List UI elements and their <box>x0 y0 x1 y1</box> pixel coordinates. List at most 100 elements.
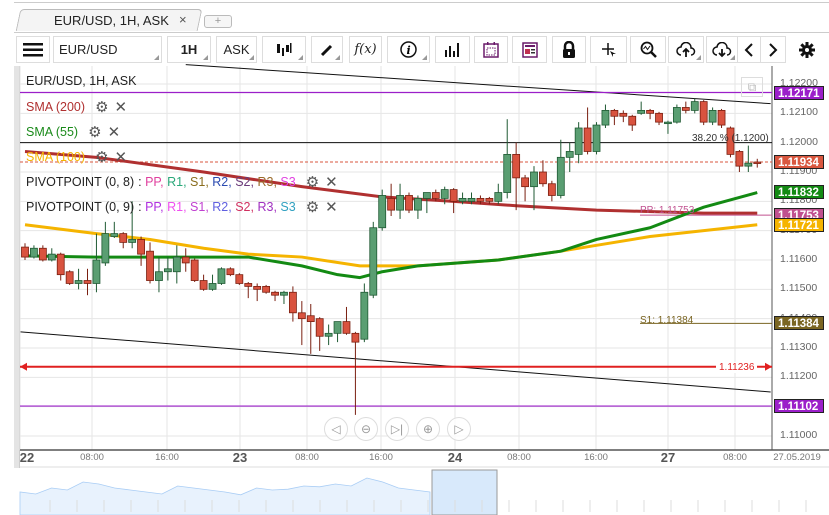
candle-body <box>494 192 503 202</box>
legend-pivot-8: PIVOTPOINT (0, 8) : PP, R1, S1, R2, S2, … <box>26 173 338 191</box>
candle-body <box>503 153 512 193</box>
candle-body <box>306 315 315 322</box>
candle-body <box>414 197 422 211</box>
candle-body <box>449 189 458 202</box>
price-tick-label: 1.11300 <box>780 340 818 353</box>
price-tag: 1.11102 <box>774 399 824 414</box>
legend-sma100: SMA (100) ⚙ ✕ <box>26 148 127 166</box>
alert-label[interactable]: 1.11236 <box>716 362 758 373</box>
candle-body <box>30 247 38 258</box>
candle-body <box>226 268 235 276</box>
sma100-label[interactable]: SMA (100) <box>26 150 85 164</box>
pivot-item-pp: PP, <box>145 200 168 214</box>
time-label: 16:00 <box>155 452 179 463</box>
candle-body <box>333 321 342 334</box>
gear-icon[interactable]: ⚙ <box>95 148 108 166</box>
sma200-label[interactable]: SMA (200) <box>26 100 85 114</box>
candle-body <box>574 127 583 155</box>
candle-body <box>56 253 65 276</box>
candle-body <box>699 101 708 123</box>
price-tag: 1.12171 <box>774 85 824 100</box>
candle-body <box>181 256 190 264</box>
candle-body <box>628 115 637 126</box>
candle-body <box>467 197 476 202</box>
candle-body <box>655 112 663 123</box>
scroll-right-button[interactable]: ▷ <box>447 417 471 441</box>
candle-body <box>217 268 226 284</box>
zoom-out-icon: ⊖ <box>360 422 372 436</box>
candle-body <box>92 259 101 284</box>
zoom-out-button[interactable]: ⊖ <box>354 417 378 441</box>
candle-body <box>387 197 396 211</box>
candle-body <box>21 246 29 258</box>
candle-body <box>155 271 163 281</box>
pivot-item-r3: R3, <box>257 200 281 214</box>
price-tag: 1.11721 <box>774 217 824 232</box>
close-icon[interactable]: ✕ <box>115 98 128 116</box>
pivot8-label[interactable]: PIVOTPOINT (0, 8) <box>26 175 134 189</box>
candle-body <box>163 268 172 273</box>
time-label: 08:00 <box>80 452 104 463</box>
candle-body <box>583 127 592 152</box>
gear-icon[interactable]: ⚙ <box>95 98 108 116</box>
candle-body <box>47 253 56 261</box>
popout-icon: ⧉ <box>747 80 757 94</box>
price-tick-label: 1.12000 <box>780 135 818 148</box>
close-icon[interactable]: ✕ <box>115 148 128 166</box>
candle-body <box>65 271 74 284</box>
candle-body <box>280 291 288 296</box>
pivot-item-r1: R1, <box>167 175 191 189</box>
candle-body <box>735 151 744 167</box>
close-icon[interactable]: ✕ <box>108 123 121 141</box>
candle-body <box>244 283 253 287</box>
candle-body <box>119 233 128 243</box>
pivot-item-s2: S2, <box>235 175 258 189</box>
candle-body <box>128 239 137 243</box>
candle-body <box>690 101 699 111</box>
price-tick-label: 1.11500 <box>780 282 818 295</box>
candle-body <box>646 109 654 114</box>
candle-body <box>565 151 574 158</box>
candle-body <box>753 161 762 164</box>
pivot-item-r2: R2, <box>212 200 236 214</box>
scroll-left-button[interactable]: ◁ <box>324 417 348 441</box>
candle-body <box>476 197 485 202</box>
price-tag: 1.11934 <box>774 155 824 170</box>
candle-body <box>521 177 529 188</box>
date-label: 27.05.2019 <box>773 452 821 463</box>
legend-pivot-9: PIVOTPOINT (0, 9) : PP, R1, S1, R2, S2, … <box>26 198 338 216</box>
sma55-label[interactable]: SMA (55) <box>26 125 78 139</box>
candle-body <box>530 171 538 188</box>
gear-icon[interactable]: ⚙ <box>306 198 319 216</box>
arrow-left-icon <box>20 362 27 371</box>
price-tick-label: 1.12100 <box>780 106 818 119</box>
candle-body <box>547 183 556 196</box>
candle-body <box>110 233 119 237</box>
triangle-right-icon: ▷ <box>454 422 464 436</box>
close-icon[interactable]: ✕ <box>325 173 338 191</box>
pivot8-items: : PP, R1, S1, R2, S2, R3, S3 <box>138 175 296 189</box>
candle-body <box>440 189 449 199</box>
candle-body <box>592 124 601 152</box>
candle-body <box>369 227 378 296</box>
pivot-item-s1: S1, <box>190 175 213 189</box>
candle-body <box>610 109 619 117</box>
close-icon[interactable]: ✕ <box>325 198 338 216</box>
time-label: 24 <box>447 450 463 465</box>
pivot9-label[interactable]: PIVOTPOINT (0, 9) <box>26 200 134 214</box>
candle-body <box>342 321 351 334</box>
candle-body <box>485 197 494 202</box>
triangle-left-icon: ◁ <box>331 422 341 436</box>
popout-button[interactable]: ⧉ <box>741 77 763 97</box>
candle-body <box>262 285 271 293</box>
zoom-in-button[interactable]: ⊕ <box>416 417 440 441</box>
price-tick-label: 1.11200 <box>780 370 818 383</box>
candle-body <box>324 332 333 337</box>
candle-body <box>619 112 628 117</box>
candle-body <box>744 162 753 167</box>
chart-title: EUR/USD, 1H, ASK <box>26 74 137 88</box>
gear-icon[interactable]: ⚙ <box>306 173 319 191</box>
candle-body <box>172 256 181 273</box>
gear-icon[interactable]: ⚙ <box>88 123 101 141</box>
go-to-latest-button[interactable]: ▷| <box>385 417 409 441</box>
